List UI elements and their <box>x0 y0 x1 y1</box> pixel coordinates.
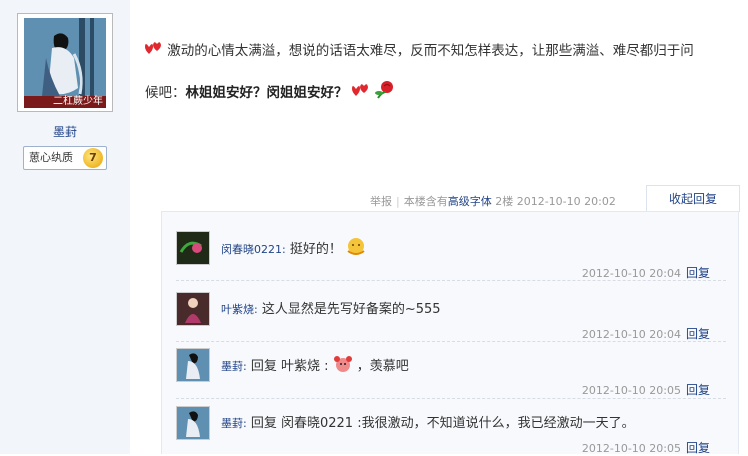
reply-text: 墨葑: 回复 闵春晓0221 :我很激动，不知道说什么，我已经激动一天了。 <box>221 412 635 431</box>
reply-avatar[interactable] <box>176 292 210 326</box>
post-line-1: 激动的心情太满溢，想说的话语太难尽，反而不知怎样表达，让那些满溢、难尽都归于问 <box>145 30 735 72</box>
post-text-line2-prefix: 候吧： <box>145 85 186 101</box>
rose-emoticon-icon <box>375 81 394 99</box>
reply-text: 叶紫烧: 这人显然是先写好备案的~555 <box>221 298 441 317</box>
hug-emoticon-icon <box>347 238 365 255</box>
post-content: 激动的心情太满溢，想说的话语太难尽，反而不知怎样表达，让那些满溢、难尽都归于问 … <box>145 30 735 114</box>
reply-time: 2012-10-10 20:05 <box>581 442 681 455</box>
author-sidebar: 二杠蕨少年 墨葑 葸心纨质 7 <box>0 0 130 454</box>
reply-body: 回复 闵春晓0221 :我很激动，不知道说什么，我已经激动一天了。 <box>250 416 635 431</box>
reply-avatar[interactable] <box>176 231 210 265</box>
reply-meta: 2012-10-10 20:05 回复 <box>582 439 710 456</box>
reply-author[interactable]: 墨葑: <box>221 417 247 430</box>
reply-meta: 2012-10-10 20:04 回复 <box>582 264 710 281</box>
avatar-image <box>177 407 209 439</box>
post-line-2: 候吧：林姐姐安好？闵姐姐安好？ <box>145 72 735 114</box>
level-star-icon: 7 <box>83 148 103 168</box>
reply-body-b: ，羡慕吧 <box>356 359 409 374</box>
reply-divider <box>176 280 726 281</box>
reply-time: 2012-10-10 20:04 <box>581 267 681 280</box>
collapse-replies-button[interactable]: 收起回复 <box>646 185 740 212</box>
report-link[interactable]: 举报 <box>370 195 392 208</box>
hearts-emoticon-icon <box>145 42 161 54</box>
reply-body-a: 回复 叶紫烧 : <box>250 359 329 374</box>
author-avatar[interactable]: 二杠蕨少年 <box>24 18 106 108</box>
avatar-image <box>177 349 209 381</box>
reply-text: 闵春晓0221: 挺好的！ <box>221 237 366 257</box>
post-text-bold: 林姐姐安好？闵姐姐安好？ <box>185 85 348 101</box>
author-avatar-frame[interactable]: 二杠蕨少年 <box>17 13 113 112</box>
reply-button[interactable]: 回复 <box>686 327 710 341</box>
reply-author[interactable]: 闵春晓0221: <box>221 243 286 256</box>
reply-list: 闵春晓0221: 挺好的！ 2012-10-10 20:04 回复 叶紫烧: 这人… <box>161 211 739 456</box>
floor-number: 2楼 <box>495 195 514 208</box>
badge-label: 葸心纨质 <box>29 151 73 164</box>
post-meta: 举报 | 本楼含有高级字体 2楼 2012-10-10 20:02 <box>370 195 616 208</box>
reply-button[interactable]: 回复 <box>686 266 710 280</box>
author-name[interactable]: 墨葑 <box>0 123 130 140</box>
monkey-emoticon-icon <box>333 356 352 372</box>
reply-avatar[interactable] <box>176 406 210 440</box>
reply-body: 这人显然是先写好备案的~555 <box>261 302 441 317</box>
member-badge[interactable]: 葸心纨质 7 <box>23 146 107 170</box>
post-text-line1: 激动的心情太满溢，想说的话语太难尽，反而不知怎样表达，让那些满溢、难尽都归于问 <box>167 43 694 59</box>
hearts-emoticon-icon <box>351 84 368 96</box>
reply-author[interactable]: 墨葑: <box>221 360 247 373</box>
reply-button[interactable]: 回复 <box>686 383 710 397</box>
reply-body: 挺好的！ <box>289 242 342 257</box>
reply-time: 2012-10-10 20:05 <box>581 384 681 397</box>
avatar-image <box>177 293 209 325</box>
reply-divider <box>176 398 726 399</box>
avatar-figure-image <box>24 18 106 108</box>
reply-text: 墨葑: 回复 叶紫烧 : ，羡慕吧 <box>221 354 409 374</box>
reply-divider <box>176 341 726 342</box>
reply-meta: 2012-10-10 20:04 回复 <box>582 325 710 342</box>
avatar-caption: 二杠蕨少年 <box>24 96 106 108</box>
reply-avatar[interactable] <box>176 348 210 382</box>
post-timestamp: 2012-10-10 20:02 <box>516 195 616 208</box>
reply-author[interactable]: 叶紫烧: <box>221 303 258 316</box>
contains-label: 本楼含有 <box>403 195 448 208</box>
reply-meta: 2012-10-10 20:05 回复 <box>582 381 710 398</box>
advanced-font-link[interactable]: 高级字体 <box>448 195 492 208</box>
reply-time: 2012-10-10 20:04 <box>581 328 681 341</box>
avatar-image <box>177 232 209 264</box>
reply-button[interactable]: 回复 <box>686 441 710 455</box>
